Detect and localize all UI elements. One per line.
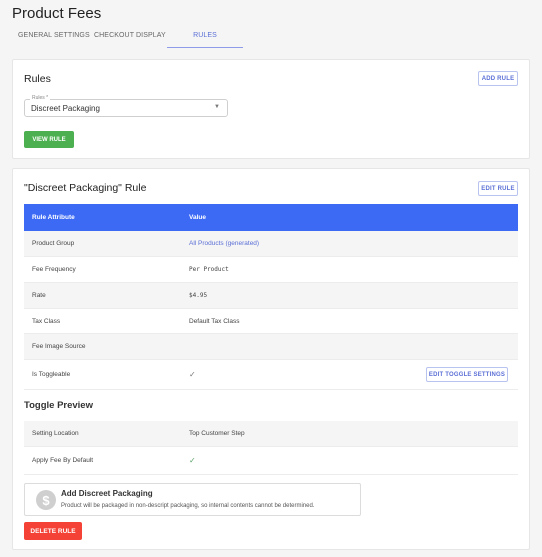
table-row: Fee Image Source (24, 334, 518, 360)
table-row: Apply Fee By Default ✓ (24, 447, 518, 475)
table-row: Setting Location Top Customer Step (24, 421, 518, 447)
tab-bar: General Settings Checkout Display Rules (12, 26, 243, 48)
view-rule-button[interactable]: View Rule (24, 131, 74, 148)
tab-general-settings[interactable]: General Settings (12, 26, 94, 48)
table-header: Rule Attribute Value (24, 204, 518, 231)
preview-description: Product will be packaged in non-descript… (61, 503, 315, 509)
header-value: Value (189, 214, 206, 221)
rules-select[interactable]: Rules * Discreet Packaging ▼ (24, 95, 228, 117)
add-rule-button[interactable]: Add Rule (478, 71, 518, 86)
value-cell: $4.95 (189, 292, 208, 299)
attribute-cell: Tax Class (32, 317, 61, 325)
delete-rule-button[interactable]: Delete Rule (24, 522, 82, 540)
attribute-cell: Fee Frequency (32, 266, 76, 273)
attribute-cell: Apply Fee By Default (32, 457, 94, 464)
rule-attributes-table: Rule Attribute Value Product Group All P… (24, 204, 518, 390)
table-row: Rate $4.95 (24, 283, 518, 309)
tab-checkout-display[interactable]: Checkout Display (94, 26, 167, 48)
attribute-cell: Rate (32, 292, 46, 299)
page-title: Product Fees (12, 5, 102, 22)
product-group-link[interactable]: All Products (generated) (189, 240, 518, 247)
rules-select-value: Discreet Packaging (31, 104, 100, 113)
attribute-cell: Product Group (32, 240, 75, 247)
value-cell: Per Product (189, 266, 229, 273)
preview-title: Add Discreet Packaging (61, 489, 153, 498)
value-cell: Top Customer Step (189, 430, 245, 437)
check-icon: ✓ (189, 456, 196, 465)
table-row: Product Group All Products (generated) (24, 231, 518, 257)
value-cell: Default Tax Class (189, 317, 240, 325)
table-row: Fee Frequency Per Product (24, 257, 518, 283)
toggle-preview-table: Setting Location Top Customer Step Apply… (24, 421, 518, 475)
chevron-down-icon: ▼ (214, 104, 220, 110)
attribute-cell: Fee Image Source (32, 343, 86, 350)
header-rule-attribute: Rule Attribute (32, 214, 75, 221)
table-row: Is Toggleable ✓ Edit Toggle Settings (24, 360, 518, 390)
tab-rules[interactable]: Rules (167, 26, 243, 48)
rules-select-label: Rules * (30, 95, 51, 101)
fee-toggle-preview: $ Add Discreet Packaging Product will be… (24, 483, 361, 516)
edit-rule-button[interactable]: Edit Rule (478, 181, 518, 196)
dollar-coin-icon: $ (36, 490, 56, 510)
table-row: Tax Class Default Tax Class (24, 309, 518, 334)
attribute-cell: Setting Location (32, 430, 79, 437)
rule-detail-card: "Discreet Packaging" Rule Edit Rule Rule… (12, 168, 530, 550)
edit-toggle-settings-button[interactable]: Edit Toggle Settings (426, 367, 508, 382)
attribute-cell: Is Toggleable (32, 371, 71, 378)
rule-detail-title: "Discreet Packaging" Rule (24, 182, 147, 194)
toggle-preview-title: Toggle Preview (24, 400, 93, 411)
rules-card-title: Rules (24, 73, 51, 85)
rules-card: Rules Add Rule Rules * Discreet Packagin… (12, 59, 530, 159)
